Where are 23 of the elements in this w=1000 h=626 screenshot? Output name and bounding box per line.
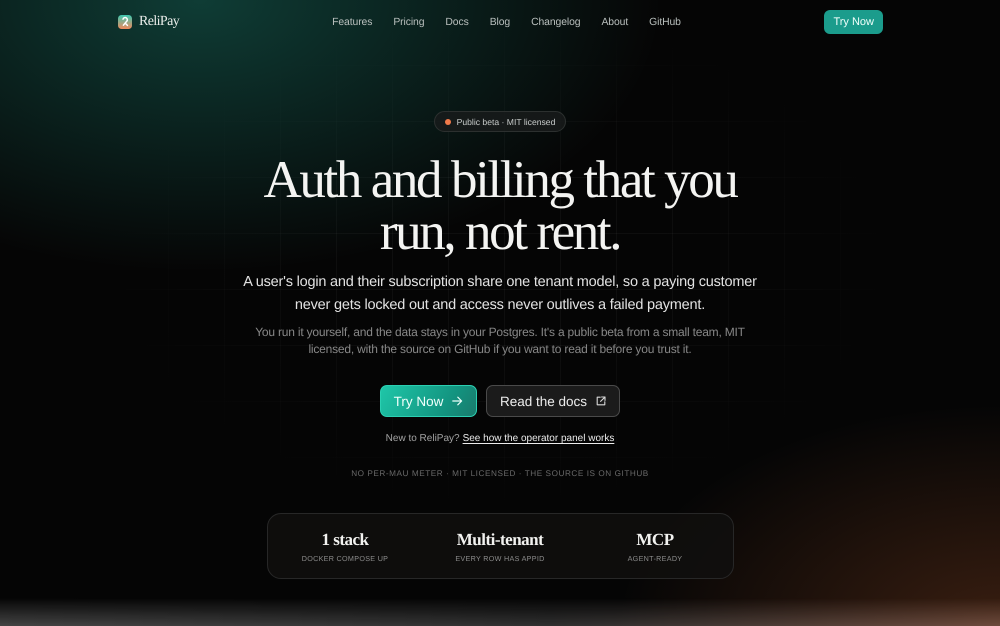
stat-value: Multi-tenant	[456, 530, 544, 550]
logo-icon	[118, 15, 132, 29]
nav-link[interactable]: Pricing	[393, 16, 424, 28]
badge-text: Public beta · MIT licensed	[456, 116, 556, 126]
operator-panel-link[interactable]: See how the operator panel works	[462, 432, 614, 446]
arrow-right-icon	[452, 396, 464, 406]
nav-link[interactable]: About	[601, 16, 628, 28]
nav-link[interactable]: Features	[332, 16, 372, 28]
tagline-text: NO PER-MAU METER · MIT LICENSED · THE SOURCE IS ON GITHUB	[351, 468, 649, 480]
nav-link[interactable]: Docs	[445, 16, 469, 28]
nav-link[interactable]: Changelog	[531, 16, 580, 28]
nav-link[interactable]: GitHub	[649, 16, 681, 28]
stat-value: 1 stack	[321, 530, 369, 550]
external-link-icon	[596, 396, 606, 406]
status-dot-icon	[444, 118, 451, 124]
lead-paragraph: A user's login and their subscription share one tenant model, so a paying customer never gets locked out and access never outlives a failed payment.	[242, 273, 758, 315]
logo-wordmark[interactable]: ReliPay	[139, 14, 180, 30]
read-docs-button[interactable]: Read the docs	[486, 385, 620, 417]
note-paragraph: You run it yourself, and the data stays in your Postgres. It's a public beta from a small team, MIT licensed, with the source on GitHub if you want to read it before you trust it.	[254, 324, 746, 358]
intro-text: New to ReliPay?	[386, 432, 460, 446]
stat-value: MCP	[636, 530, 674, 550]
headline: Auth and billing that you run, not rent.	[262, 154, 738, 258]
nav-link[interactable]: Blog	[490, 16, 510, 28]
